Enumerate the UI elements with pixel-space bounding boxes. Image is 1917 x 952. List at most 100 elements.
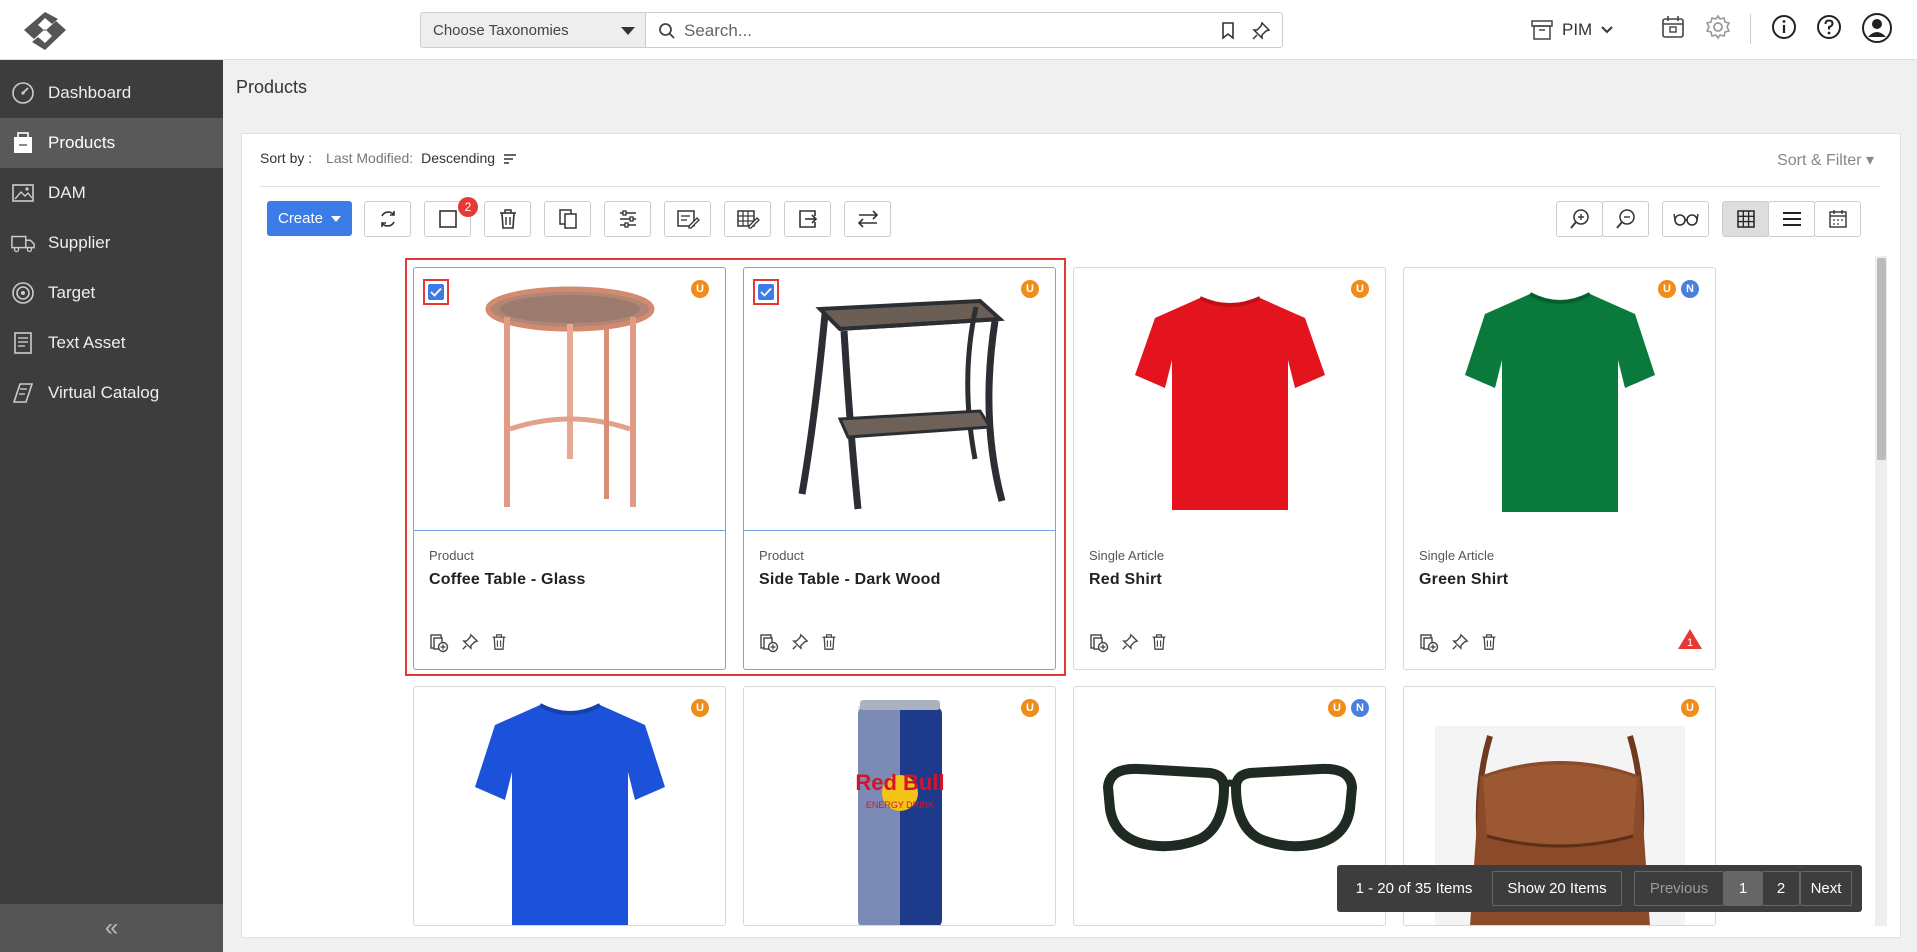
- sidebar-item-target[interactable]: Target: [0, 268, 223, 318]
- next-page-button[interactable]: Next: [1800, 871, 1852, 906]
- scrollbar-thumb[interactable]: [1877, 258, 1886, 460]
- trash-icon[interactable]: [821, 633, 837, 651]
- gear-icon[interactable]: [1705, 14, 1731, 40]
- check-icon: [760, 287, 772, 297]
- search-box: [645, 12, 1283, 48]
- product-card[interactable]: U N Single Article Green Shirt 1: [1403, 267, 1716, 670]
- status-badge-u: U: [691, 280, 709, 298]
- edit-table-button[interactable]: [724, 201, 771, 237]
- glasses-icon: [1672, 213, 1699, 226]
- add-to-catalog-icon[interactable]: [1419, 633, 1439, 653]
- zoom-out-icon: [1615, 209, 1635, 229]
- user-avatar-icon[interactable]: [1861, 12, 1893, 44]
- document-icon: [11, 331, 35, 355]
- edit-attributes-button[interactable]: [664, 201, 711, 237]
- taxonomy-select[interactable]: Choose Taxonomies: [420, 12, 645, 48]
- calendar-box-icon[interactable]: [1661, 14, 1685, 40]
- duplicate-button[interactable]: [544, 201, 591, 237]
- previous-page-button[interactable]: Previous: [1634, 871, 1724, 906]
- sidebar-item-supplier[interactable]: Supplier: [0, 218, 223, 268]
- sidebar-item-virtual-catalog[interactable]: Virtual Catalog: [0, 368, 223, 418]
- can-subtext: ENERGY DRINK: [865, 800, 933, 810]
- page-2-button[interactable]: 2: [1762, 871, 1800, 906]
- product-thumbnail: [414, 268, 725, 531]
- pin-icon[interactable]: [791, 633, 809, 651]
- card-checkbox[interactable]: [753, 279, 779, 305]
- calendar-view-button[interactable]: [1814, 201, 1861, 237]
- sort-direction[interactable]: Descending: [421, 150, 495, 166]
- sidebar-item-dashboard[interactable]: Dashboard: [0, 68, 223, 118]
- card-actions: [1089, 633, 1167, 653]
- collapse-sidebar-button[interactable]: «: [0, 904, 223, 952]
- refresh-button[interactable]: [364, 201, 411, 237]
- sidebar-item-label: Dashboard: [48, 83, 132, 102]
- card-type: Product: [759, 548, 804, 563]
- sort-descending-icon[interactable]: [503, 152, 517, 164]
- sort-field[interactable]: Last Modified:: [326, 150, 413, 166]
- sidebar-item-dam[interactable]: DAM: [0, 168, 223, 218]
- page-size-button[interactable]: Show 20 Items: [1492, 871, 1622, 906]
- module-label: PIM: [1562, 20, 1593, 39]
- target-icon: [11, 281, 35, 305]
- help-icon[interactable]: [1816, 14, 1842, 40]
- sidebar-item-text-asset[interactable]: Text Asset: [0, 318, 223, 368]
- add-to-catalog-icon[interactable]: [429, 633, 449, 653]
- warning-icon[interactable]: 1: [1677, 628, 1703, 655]
- chevron-down-icon: [621, 27, 635, 35]
- bulk-edit-button[interactable]: [604, 201, 651, 237]
- edit-list-icon: [676, 210, 700, 229]
- sort-filter-toggle[interactable]: Sort & Filter ▾: [1777, 150, 1874, 170]
- status-badge-u: U: [1021, 280, 1039, 298]
- copy-icon: [558, 209, 577, 229]
- add-to-catalog-icon[interactable]: [1089, 633, 1109, 653]
- preview-button[interactable]: [1662, 201, 1709, 237]
- items-range: 1 - 20 of 35 Items: [1355, 880, 1473, 897]
- product-card[interactable]: Red Bull ENERGY DRINK U: [743, 686, 1056, 926]
- taxonomy-select-label: Choose Taxonomies: [433, 22, 569, 39]
- add-to-catalog-icon[interactable]: [759, 633, 779, 653]
- status-badge-u: U: [1328, 699, 1346, 717]
- product-card[interactable]: U Single Article Red Shirt: [1073, 267, 1386, 670]
- card-title: Green Shirt: [1419, 571, 1509, 588]
- product-card[interactable]: U Product Coffee Table - Glass: [413, 267, 726, 670]
- bookmark-icon[interactable]: [1221, 22, 1235, 40]
- grid-icon: [1736, 210, 1755, 228]
- card-type: Product: [429, 548, 474, 563]
- sidebar: Dashboard Products DAM Supplier Target T…: [0, 60, 223, 952]
- transfer-button[interactable]: [844, 201, 891, 237]
- sidebar-item-products[interactable]: Products: [0, 118, 223, 168]
- pin-icon[interactable]: [1251, 21, 1271, 41]
- pin-icon[interactable]: [461, 633, 479, 651]
- trash-icon[interactable]: [1481, 633, 1497, 651]
- grid-view-button[interactable]: [1722, 201, 1769, 237]
- list-view-button[interactable]: [1768, 201, 1815, 237]
- search-input[interactable]: [684, 19, 1204, 43]
- pin-icon[interactable]: [1121, 633, 1139, 651]
- card-actions: [759, 633, 837, 653]
- app-logo[interactable]: [20, 8, 70, 52]
- page-1-button[interactable]: 1: [1724, 871, 1762, 906]
- status-badge-n: N: [1681, 280, 1699, 298]
- zoom-out-button[interactable]: [1602, 201, 1649, 237]
- product-card[interactable]: U Product Side Table - Dark Wood: [743, 267, 1056, 670]
- delete-button[interactable]: [484, 201, 531, 237]
- status-badge-u: U: [1021, 699, 1039, 717]
- sidebar-item-label: Virtual Catalog: [48, 383, 160, 402]
- product-card[interactable]: U: [413, 686, 726, 926]
- card-checkbox[interactable]: [423, 279, 449, 305]
- divider: [260, 186, 1880, 187]
- list-icon: [1782, 212, 1801, 226]
- module-switcher[interactable]: PIM: [1530, 15, 1614, 45]
- pin-icon[interactable]: [1451, 633, 1469, 651]
- checkbox-icon: [438, 210, 457, 228]
- info-icon[interactable]: [1771, 14, 1797, 40]
- product-thumbnail: [1404, 268, 1715, 531]
- card-actions: [429, 633, 507, 653]
- trash-icon[interactable]: [491, 633, 507, 651]
- create-button[interactable]: Create: [267, 201, 352, 236]
- zoom-in-button[interactable]: [1556, 201, 1603, 237]
- sliders-icon: [619, 210, 636, 228]
- refresh-icon: [380, 211, 395, 227]
- trash-icon[interactable]: [1151, 633, 1167, 651]
- export-button[interactable]: [784, 201, 831, 237]
